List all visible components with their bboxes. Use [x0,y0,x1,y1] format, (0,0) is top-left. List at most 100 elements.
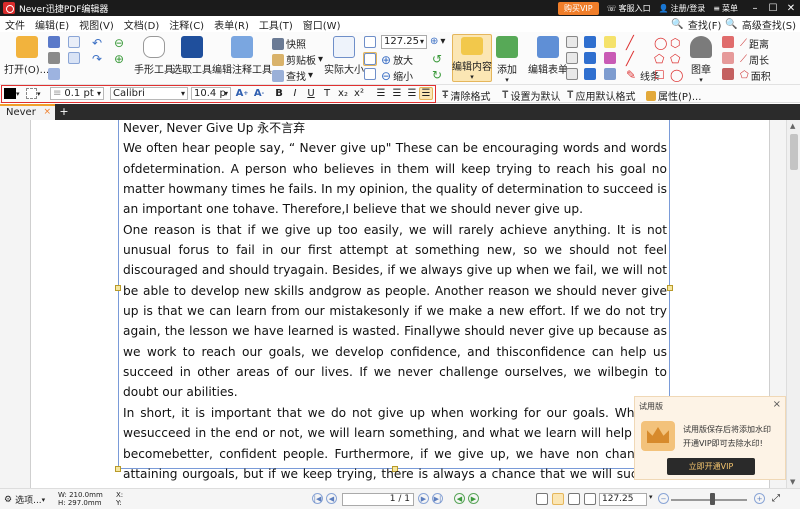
polyline-tool-button[interactable]: ⬠ [670,52,680,66]
maximize-button[interactable]: ☐ [764,3,782,14]
properties-doc-button[interactable] [48,68,60,80]
resize-handle-bottom-left[interactable] [115,466,121,472]
align-left-button[interactable]: ☰ [374,87,388,100]
polygon-tool-button[interactable]: ⬠ [654,52,664,66]
stroke-width-select[interactable]: ≡ 0.1 pt [50,87,104,100]
resize-handle-left[interactable] [115,285,121,291]
print-button[interactable] [48,52,60,64]
buy-vip-button[interactable]: 购买VIP [557,1,599,15]
italic-button[interactable]: I [288,87,302,100]
cloud-tool-button[interactable]: ⬡ [670,36,680,50]
zoom-slider-track[interactable] [671,499,747,501]
status-zoom-select[interactable]: 127.25 [599,493,647,506]
clear-format-button[interactable]: 𝐓̶ 清除格式 [442,88,490,103]
clipboard-button[interactable]: 剪贴板 ▾ [272,52,323,67]
status-zoom-dropdown[interactable]: ▾ [649,493,653,501]
menu-comment[interactable]: 注释(C) [164,17,209,32]
align-center-button[interactable]: ☰ [390,87,404,100]
vertical-scrollbar[interactable]: ▲ ▼ [786,120,800,488]
minimize-button[interactable]: – [746,3,764,14]
save-button[interactable] [48,36,60,48]
options-button[interactable]: ⚙ 选项... ▾ [4,493,45,507]
last-page-button[interactable]: ▶| [432,493,443,504]
form-field-button-1[interactable] [566,36,578,48]
scroll-thumb[interactable] [790,134,798,170]
menu-tools[interactable]: 工具(T) [254,17,298,32]
continuous-facing-icon[interactable] [584,493,596,505]
close-window-button[interactable]: ✕ [782,3,800,14]
stamp-button[interactable]: 图章 ▾ [690,36,712,84]
hand-tool-button[interactable]: 手形工具 [134,36,174,76]
scroll-up-icon[interactable]: ▲ [790,122,795,130]
bold-button[interactable]: B [272,87,286,100]
add-button[interactable]: 添加 ▾ [496,36,518,84]
edit-form-button[interactable]: 编辑表单 [528,36,568,76]
zoom-select[interactable]: 127.25 [381,35,427,49]
page-number-input[interactable]: 1 / 1 [342,493,414,506]
customer-service-link[interactable]: ☏ 客服入口 [607,3,651,14]
actual-size-button[interactable]: 实际大小 [324,36,364,76]
area-button[interactable]: ⬠ 面积 [740,68,771,83]
email-button[interactable] [68,52,80,64]
fit-width-button[interactable] [363,52,377,66]
oval-tool-button[interactable]: ◯ [670,68,683,82]
strikethrough-button[interactable]: T [320,87,334,100]
single-page-icon[interactable] [536,493,548,505]
attach-button[interactable] [604,52,616,64]
fill-color-picker[interactable]: ▾ [26,87,46,100]
status-fullscreen-button[interactable]: ⤢ [772,493,780,504]
rotate-right-button[interactable]: ↻ [432,68,442,82]
history-back-button[interactable]: ◀ [454,493,465,504]
undo-button[interactable]: ↶ [92,36,102,50]
new-tab-button[interactable]: + [58,104,70,120]
menu-file[interactable]: 文件 [0,17,30,32]
facing-page-icon[interactable] [568,493,580,505]
menu-view[interactable]: 视图(V) [74,17,119,32]
eraser-button[interactable] [722,36,734,48]
prev-page-button[interactable]: ◀ [326,493,337,504]
note-button[interactable] [604,36,616,48]
line-tool-button[interactable]: ╱ [626,36,634,51]
fit-page-button[interactable] [364,36,376,48]
select-tool-button[interactable]: 选取工具 [172,36,212,76]
highlight-button[interactable] [722,52,734,64]
text-color-picker[interactable]: ▾ [4,87,20,100]
subscript-button[interactable]: x₂ [336,87,350,100]
callout-button[interactable] [584,68,596,80]
zoom-dropdown-button[interactable]: ⊕ ▾ [430,36,445,47]
form-field-button-2[interactable] [566,52,578,64]
status-zoom-in-button[interactable]: + [754,493,768,504]
menu-form[interactable]: 表单(R) [209,17,254,32]
edit-annotation-tool-button[interactable]: 编辑注释工具 [212,36,272,76]
editable-text-block[interactable]: Never, Never Give Up 永不言弃 We often hear … [115,120,673,501]
perimeter-button[interactable]: ⟋ 周长 [740,52,769,67]
first-page-button[interactable]: |◀ [312,493,323,504]
font-family-select[interactable]: Calibri [110,87,188,100]
rectangle-tool-button[interactable]: ☐ [654,68,665,82]
properties-button[interactable]: 属性(P)... [646,88,701,103]
pencil-tool-button[interactable]: ✎ [626,68,636,82]
distance-button[interactable]: ⟋ 距离 [740,36,769,51]
increase-font-button[interactable]: A + [235,87,249,100]
next-page-button[interactable]: ▶ [418,493,429,504]
sound-button[interactable] [604,68,616,80]
textbox-button[interactable] [584,52,596,64]
new-button[interactable] [68,36,80,48]
zoom-slider-thumb[interactable] [710,493,715,505]
open-button[interactable]: 打开(O)... [4,36,49,76]
arrow-tool-button[interactable]: ╱ [626,52,634,67]
main-menu-button[interactable]: ≡ 菜单 [713,3,738,14]
open-vip-button[interactable]: 立即开通VIP [667,458,755,475]
menu-document[interactable]: 文档(D) [119,17,165,32]
forward-button[interactable]: ⊕ [114,52,124,66]
back-button[interactable]: ⊖ [114,36,124,50]
continuous-page-icon[interactable] [552,493,564,505]
history-forward-button[interactable]: ▶ [468,493,479,504]
justify-button[interactable]: ☰ [419,87,433,100]
underline-button[interactable]: U [304,87,318,100]
redo-button[interactable]: ↷ [92,52,102,66]
font-size-select[interactable]: 10.4 p [191,87,231,100]
apply-default-button[interactable]: 𝐓 应用默认格式 [567,88,635,103]
ellipse-tool-button[interactable]: ◯ [654,36,667,50]
menu-edit[interactable]: 编辑(E) [30,17,74,32]
